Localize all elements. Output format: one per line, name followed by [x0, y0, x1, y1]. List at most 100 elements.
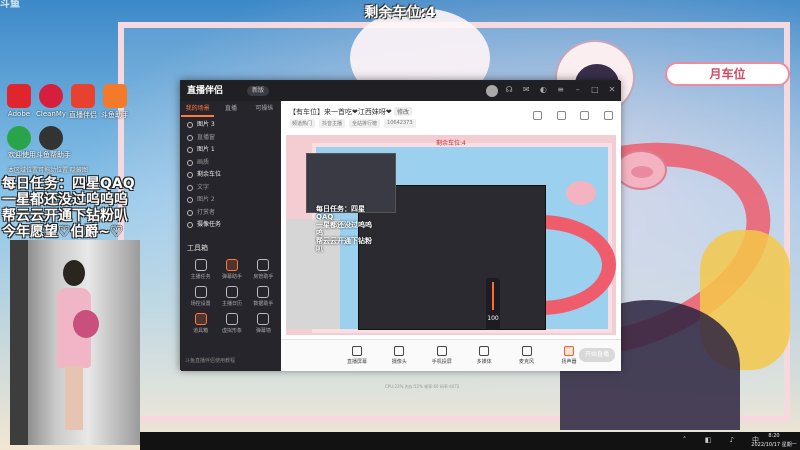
camera-background-pillar — [10, 240, 28, 445]
app-titlebar[interactable]: 直播伴侣 新版 ⟳ ☊ ✉ ◐ ≡ – □ ✕ — [181, 81, 621, 101]
source-item[interactable]: 图片 3 — [181, 119, 281, 132]
maximize-icon[interactable]: □ — [590, 85, 600, 95]
room-title: 【有车位】来一首吃❤江西妹呀❤ 修改 — [289, 107, 509, 117]
data-icon — [257, 286, 270, 298]
microphone-button[interactable]: 麦克风 — [513, 346, 541, 365]
source-item[interactable]: 画质 — [181, 157, 281, 170]
tool-item[interactable]: 弹幕助手 — [216, 259, 247, 280]
desktop-icon-douyu-helper[interactable]: 斗鱼助手 — [100, 84, 130, 120]
bell-icon[interactable] — [580, 111, 590, 120]
left-panel: 我的场景 直播 可操纵 图片 3 直播窗 图片 1 画质 剩余车位 文字 图片 … — [181, 101, 281, 371]
source-item[interactable]: 文字 — [181, 182, 281, 195]
skin-icon[interactable]: ◐ — [538, 85, 548, 95]
system-tray: ˄ ◧ ♪ 中 — [680, 436, 760, 445]
phone-cast-button[interactable]: 手机投屏 — [428, 346, 456, 365]
source-item[interactable]: 图片 2 — [181, 194, 281, 207]
live-assistant-window[interactable]: 直播伴侣 新版 ⟳ ☊ ✉ ◐ ≡ – □ ✕ 我的场景 直播 可操纵 图片 3… — [180, 80, 621, 389]
tool-item[interactable]: 场控设置 — [185, 286, 216, 307]
task-line: 一星都还没过呜呜呜 — [2, 192, 128, 208]
eye-icon[interactable] — [187, 122, 193, 128]
task-line: 每日任务：四星QAQ — [2, 176, 135, 192]
go-live-button[interactable]: 开始直播 — [579, 348, 615, 362]
task-line: 帮云云开通下钻粉叭 — [2, 208, 128, 224]
scene-tabs: 我的场景 直播 可操纵 — [181, 101, 281, 117]
play-icon — [479, 346, 490, 356]
welcome-subtext: 本区域位置可拖动位置 隐藏图 — [8, 167, 88, 174]
eye-icon[interactable] — [187, 147, 193, 153]
media-button[interactable]: 多媒体 — [470, 346, 498, 365]
tool-item[interactable]: 虚拟形象 — [216, 313, 247, 334]
camera-icon — [394, 346, 405, 356]
eye-icon[interactable] — [187, 134, 193, 141]
tool-item[interactable]: 弹幕墙 — [248, 313, 279, 334]
microphone-icon — [521, 346, 532, 356]
source-toolbar: 直播屏幕 摄像头 手机投屏 多媒体 麦克风 扬声器 开始直播 — [281, 339, 621, 371]
game-icon — [7, 126, 31, 150]
eye-icon[interactable] — [187, 197, 193, 203]
eye-icon[interactable] — [187, 172, 193, 178]
message-icon[interactable]: ✉ — [521, 85, 531, 95]
desktop-icon-cleanmypc[interactable]: CleanMyPC — [36, 84, 66, 118]
source-item[interactable]: 打赏者 — [181, 207, 281, 220]
room-meta: 频道热门 抖音主播 全站排行榜 10642373 — [289, 119, 509, 128]
bouquet — [73, 310, 99, 338]
admin-icon — [257, 259, 270, 271]
live-app-icon — [71, 84, 95, 108]
menu-icon[interactable]: ≡ — [556, 85, 566, 95]
eye-icon[interactable] — [187, 209, 193, 216]
tab-control[interactable]: 可操纵 — [248, 101, 281, 117]
share-icon[interactable] — [556, 111, 566, 120]
volume-slider-fill — [492, 282, 494, 310]
desktop-icon-qq[interactable] — [36, 126, 66, 150]
camera-feed — [10, 240, 140, 445]
screen-capture-button[interactable]: 直播屏幕 — [343, 346, 371, 365]
source-item[interactable]: 剩余车位 — [181, 169, 281, 182]
eye-icon[interactable] — [187, 159, 193, 166]
tab-my-scenes[interactable]: 我的场景 — [181, 101, 215, 117]
toolbox-title: 工具箱 — [187, 244, 208, 252]
tutorial-link[interactable]: 斗鱼直播伴侣使用教程 — [185, 357, 279, 364]
desktop-icon-game[interactable] — [4, 126, 34, 150]
tool-item[interactable]: 房管助手 — [248, 259, 279, 280]
toolbox-grid: 主播任务 弹幕助手 房管助手 场控设置 主播日历 数据助手 道具箱 虚拟形象 弹… — [185, 259, 279, 334]
source-item[interactable]: 直播窗 — [181, 132, 281, 145]
settings-icon[interactable] — [603, 111, 613, 120]
task-icon — [194, 259, 207, 271]
desktop-icon-adobe[interactable]: Adobe — [4, 84, 34, 118]
source-list: 图片 3 直播窗 图片 1 画质 剩余车位 文字 图片 2 打赏者 摄像任务 — [181, 119, 281, 232]
edit-title-button[interactable]: 修改 — [393, 107, 412, 116]
eye-icon[interactable] — [187, 222, 193, 228]
tool-item[interactable]: 道具箱 — [185, 313, 216, 334]
network-icon[interactable]: ◧ — [704, 436, 713, 445]
app-logo: 直播伴侣 — [187, 86, 224, 96]
minimize-icon[interactable]: – — [573, 85, 583, 95]
camera-button[interactable]: 摄像头 — [385, 346, 413, 365]
preview-pig — [566, 181, 596, 205]
preview-task-text: 每日任务：四星QAQ 一星都还没过呜呜呜 帮云云开通下钻粉叭 — [316, 205, 372, 253]
volume-value: 100 — [487, 315, 499, 322]
pig-sticker — [615, 150, 667, 190]
version-badge[interactable]: 新版 — [247, 86, 269, 96]
headset-icon[interactable]: ☊ — [504, 85, 514, 95]
task-line: 今年愿望♡伯爵~♡ — [2, 224, 123, 240]
tool-item[interactable]: 主播日历 — [216, 286, 247, 307]
settings-icon — [194, 286, 207, 298]
welcome-text: 欢迎使用斗鱼帮助手 — [8, 151, 71, 159]
prop-icon — [194, 313, 207, 325]
source-item[interactable]: 摄像任务 — [181, 219, 281, 232]
desktop-icon-live-assistant[interactable]: 直播伴侣 — [68, 84, 98, 120]
daily-task-overlay: 每日任务：四星QAQ 一星都还没过呜呜呜 帮云云开通下钻粉叭 今年愿望♡伯爵~♡ — [2, 176, 152, 240]
close-icon[interactable]: ✕ — [607, 85, 617, 95]
tool-item[interactable]: 主播任务 — [185, 259, 216, 280]
stream-preview[interactable]: 剩余车位:4 每日任务：四星QAQ 一星都还没过呜呜呜 帮云云开通下钻粉叭 — [286, 135, 616, 335]
chevron-up-icon[interactable]: ˄ — [680, 436, 689, 445]
tool-item[interactable]: 数据助手 — [248, 286, 279, 307]
monthly-slot-tag: 月车位 — [665, 62, 790, 86]
refresh-icon[interactable]: ⟳ — [487, 85, 497, 95]
volume-icon[interactable]: ♪ — [727, 436, 736, 445]
gift-icon[interactable] — [533, 111, 542, 120]
taskbar-clock[interactable]: 8:20 2022/10/17 星期一 — [750, 432, 798, 450]
eye-icon[interactable] — [187, 184, 193, 191]
source-item[interactable]: 图片 1 — [181, 144, 281, 157]
tab-live[interactable]: 直播 — [214, 101, 247, 117]
